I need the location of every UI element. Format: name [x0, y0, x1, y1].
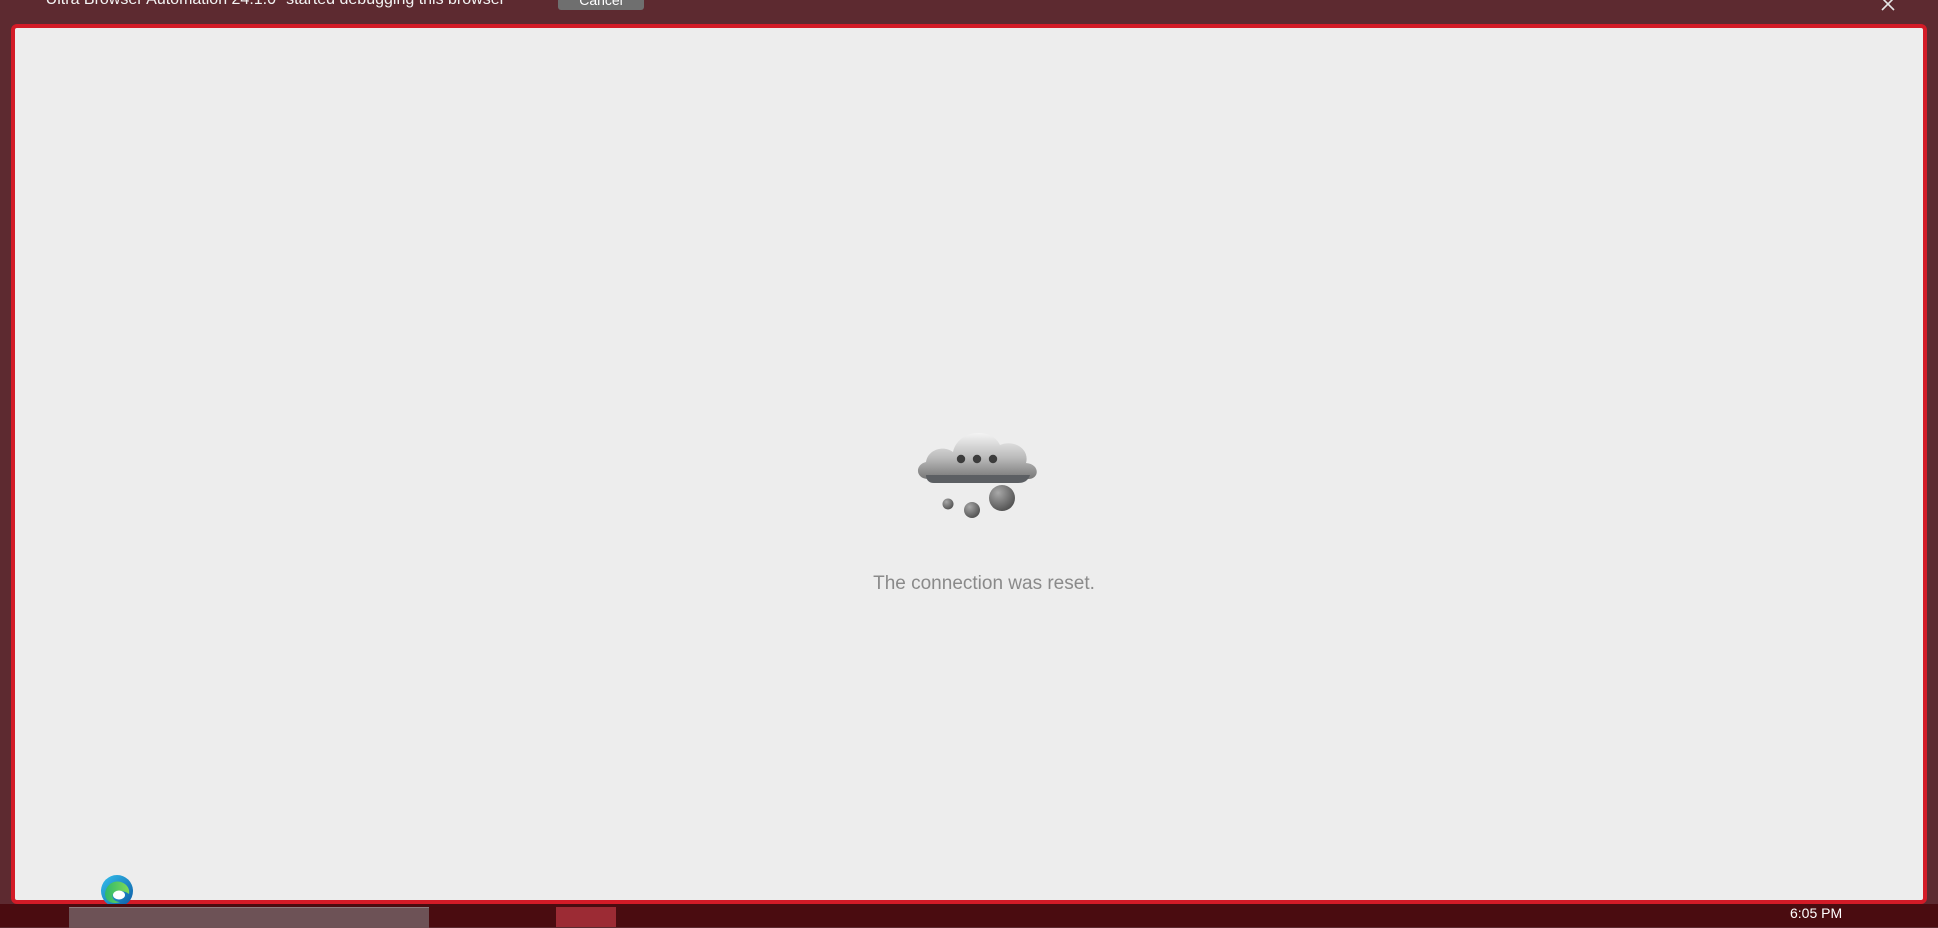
taskbar-clock[interactable]: 6:05 PM	[1790, 905, 1842, 921]
taskbar-app-thumbnail[interactable]	[69, 907, 429, 928]
error-message: The connection was reset.	[873, 573, 1095, 594]
cloud-error-icon	[917, 432, 1037, 518]
edge-icon	[101, 875, 133, 907]
taskbar: 6:05 PM	[0, 904, 1938, 928]
close-icon[interactable]	[1878, 0, 1898, 14]
taskbar-active-app[interactable]	[556, 907, 616, 927]
cancel-button[interactable]: Cancel	[558, 0, 644, 10]
debug-notification-bar: "Ultra Browser Automation 24.1.0" starte…	[0, 0, 1938, 26]
debug-message: "Ultra Browser Automation 24.1.0" starte…	[40, 0, 505, 9]
browser-page: The connection was reset.	[11, 24, 1927, 907]
